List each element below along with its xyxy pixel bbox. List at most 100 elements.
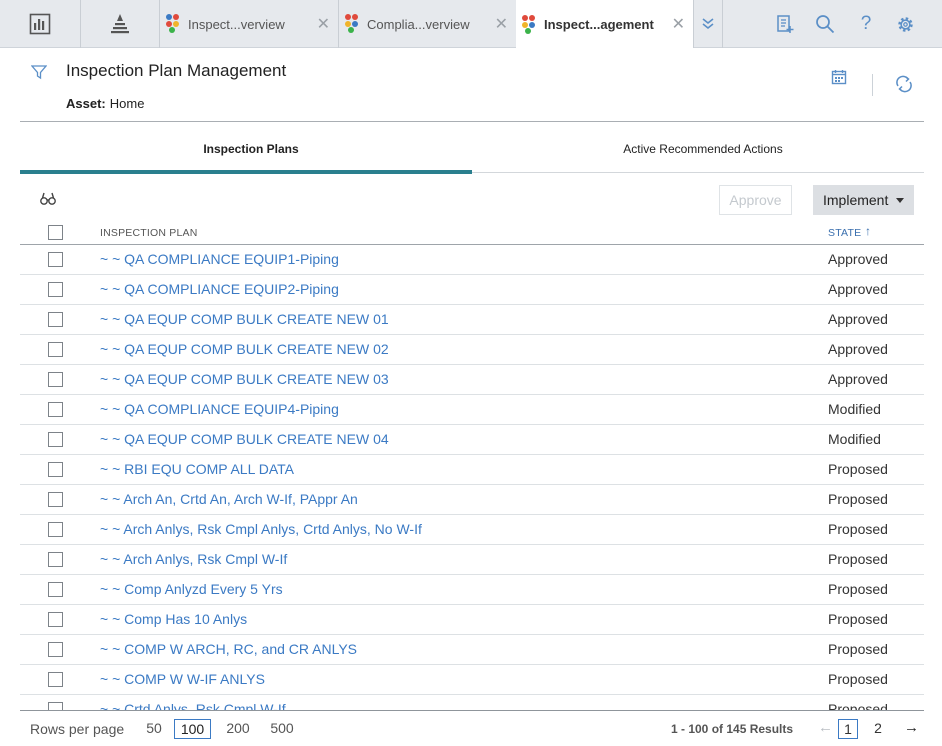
row-checkbox[interactable] (48, 342, 63, 357)
table-row[interactable]: ~ ~ Comp Anlyzd Every 5 Yrs Proposed (20, 575, 924, 605)
inspection-plan-link[interactable]: ~ ~ Arch Anlys, Rsk Cmpl W-If (100, 551, 287, 567)
approve-button[interactable]: Approve (719, 185, 792, 215)
rows-per-page-label: Rows per page (30, 721, 125, 737)
table-row[interactable]: ~ ~ Comp Has 10 Anlys Proposed (20, 605, 924, 635)
row-checkbox[interactable] (48, 252, 63, 267)
next-page-button[interactable]: → (904, 719, 919, 736)
table-row[interactable]: ~ ~ QA COMPLIANCE EQUIP2-Piping Approved (20, 275, 924, 305)
table-header: INSPECTION PLAN STATE ↑ (20, 218, 924, 245)
tab-inspection-plan-management[interactable]: Inspect...agement ✕ (516, 0, 693, 49)
page-button-1[interactable]: 1 (838, 719, 858, 739)
table-body: ~ ~ QA COMPLIANCE EQUIP1-Piping Approved ~… (20, 245, 924, 710)
inspection-plan-link[interactable]: ~ ~ COMP W W-IF ANLYS (100, 671, 265, 687)
close-icon[interactable]: ✕ (672, 14, 685, 34)
inspection-plan-link[interactable]: ~ ~ QA EQUP COMP BULK CREATE NEW 02 (100, 341, 389, 357)
page-button-2[interactable]: 2 (868, 719, 888, 739)
rows-per-page-option-200[interactable]: 200 (223, 719, 253, 739)
row-checkbox[interactable] (48, 462, 63, 477)
filter-button[interactable] (30, 64, 48, 85)
state-cell: Modified (828, 401, 881, 417)
dashboard-icon (29, 13, 51, 35)
close-icon[interactable]: ✕ (495, 14, 508, 34)
row-checkbox[interactable] (48, 492, 63, 507)
inspection-plan-link[interactable]: ~ ~ QA COMPLIANCE EQUIP1-Piping (100, 251, 339, 267)
table-row[interactable]: ~ ~ Arch Anlys, Rsk Cmpl W-If Proposed (20, 545, 924, 575)
column-header-inspection-plan[interactable]: INSPECTION PLAN (100, 227, 198, 239)
settings-button[interactable] (890, 0, 920, 48)
tab-active-recommended-actions[interactable]: Active Recommended Actions (472, 142, 934, 172)
row-checkbox[interactable] (48, 312, 63, 327)
table-row[interactable]: ~ ~ QA COMPLIANCE EQUIP4-Piping Modified (20, 395, 924, 425)
select-all-checkbox[interactable] (48, 225, 63, 240)
rows-per-page-option-100[interactable]: 100 (174, 719, 211, 739)
arrow-left-icon: ← (818, 719, 833, 736)
row-checkbox[interactable] (48, 612, 63, 627)
search-button[interactable] (810, 0, 840, 48)
inspection-plan-link[interactable]: ~ ~ Arch An, Crtd An, Arch W-If, PAppr A… (100, 491, 358, 507)
row-checkbox[interactable] (48, 522, 63, 537)
row-checkbox[interactable] (48, 582, 63, 597)
rows-per-page-option-500[interactable]: 500 (267, 719, 297, 739)
page-title: Inspection Plan Management (66, 61, 287, 80)
row-checkbox[interactable] (48, 672, 63, 687)
find-button[interactable] (40, 192, 56, 209)
pagination-footer: Rows per page 50 100 200 500 1 - 100 of … (20, 710, 924, 746)
row-checkbox[interactable] (48, 642, 63, 657)
calendar-button[interactable] (831, 69, 847, 90)
inspection-plan-link[interactable]: ~ ~ Comp Anlyzd Every 5 Yrs (100, 581, 283, 597)
divider (20, 121, 924, 122)
table-row[interactable]: ~ ~ COMP W ARCH, RC, and CR ANLYS Propose… (20, 635, 924, 665)
table-row[interactable]: ~ ~ QA EQUP COMP BULK CREATE NEW 03 Appro… (20, 365, 924, 395)
table-row[interactable]: ~ ~ RBI EQU COMP ALL DATA Proposed (20, 455, 924, 485)
asset-hierarchy-button[interactable] (81, 0, 159, 48)
row-checkbox[interactable] (48, 372, 63, 387)
inspection-plan-link[interactable]: ~ ~ Comp Has 10 Anlys (100, 611, 247, 627)
row-checkbox[interactable] (48, 702, 63, 710)
tab-label: Complia...verview (367, 16, 470, 32)
close-icon[interactable]: ✕ (317, 14, 330, 34)
table-row[interactable]: ~ ~ QA EQUP COMP BULK CREATE NEW 04 Modif… (20, 425, 924, 455)
tab-inspection-overview[interactable]: Inspect...verview ✕ (160, 0, 338, 48)
table-row[interactable]: ~ ~ QA COMPLIANCE EQUIP1-Piping Approved (20, 245, 924, 275)
help-icon: ? (860, 13, 872, 34)
inspection-plan-link[interactable]: ~ ~ Arch Anlys, Rsk Cmpl Anlys, Crtd Anl… (100, 521, 422, 537)
state-cell: Proposed (828, 581, 888, 597)
implement-dropdown-button[interactable]: Implement (813, 185, 914, 215)
inspection-plan-link[interactable]: ~ ~ QA COMPLIANCE EQUIP4-Piping (100, 401, 339, 417)
inspection-plan-link[interactable]: ~ ~ Crtd Anlys, Rsk Cmpl W-If (100, 701, 286, 710)
row-checkbox[interactable] (48, 402, 63, 417)
inspection-plan-link[interactable]: ~ ~ RBI EQU COMP ALL DATA (100, 461, 294, 477)
table-row[interactable]: ~ ~ QA EQUP COMP BULK CREATE NEW 02 Appro… (20, 335, 924, 365)
state-cell: Approved (828, 311, 888, 327)
state-cell: Proposed (828, 641, 888, 657)
inspection-plan-link[interactable]: ~ ~ QA EQUP COMP BULK CREATE NEW 01 (100, 311, 389, 327)
inspection-plan-link[interactable]: ~ ~ QA COMPLIANCE EQUIP2-Piping (100, 281, 339, 297)
table-row[interactable]: ~ ~ QA EQUP COMP BULK CREATE NEW 01 Appro… (20, 305, 924, 335)
inspection-plan-link[interactable]: ~ ~ QA EQUP COMP BULK CREATE NEW 04 (100, 431, 389, 447)
help-button[interactable]: ? (851, 0, 881, 48)
row-checkbox[interactable] (48, 282, 63, 297)
inspection-app-icon (166, 14, 184, 34)
table-row[interactable]: ~ ~ Crtd Anlys, Rsk Cmpl W-If Proposed (20, 695, 924, 710)
rows-per-page-option-50[interactable]: 50 (142, 719, 166, 739)
overflow-tabs-button[interactable] (694, 0, 722, 48)
results-count: 1 - 100 of 145 Results (671, 722, 794, 736)
report-button[interactable] (770, 0, 800, 48)
gear-icon (897, 16, 913, 32)
table-row[interactable]: ~ ~ Arch An, Crtd An, Arch W-If, PAppr A… (20, 485, 924, 515)
inspection-plan-link[interactable]: ~ ~ QA EQUP COMP BULK CREATE NEW 03 (100, 371, 389, 387)
state-cell: Modified (828, 431, 881, 447)
tab-inspection-plans[interactable]: Inspection Plans (20, 142, 482, 172)
row-checkbox[interactable] (48, 432, 63, 447)
column-header-state[interactable]: STATE (828, 227, 861, 239)
tab-compliance-overview[interactable]: Complia...verview ✕ (339, 0, 516, 48)
table-row[interactable]: ~ ~ COMP W W-IF ANLYS Proposed (20, 665, 924, 695)
row-checkbox[interactable] (48, 552, 63, 567)
table-row[interactable]: ~ ~ Arch Anlys, Rsk Cmpl Anlys, Crtd Anl… (20, 515, 924, 545)
previous-page-button[interactable]: ← (818, 719, 833, 736)
inspection-plan-link[interactable]: ~ ~ COMP W ARCH, RC, and CR ANLYS (100, 641, 357, 657)
refresh-button[interactable] (894, 74, 914, 99)
search-icon (816, 15, 835, 34)
dashboard-button[interactable] (0, 0, 80, 48)
sort-ascending-icon: ↑ (865, 224, 871, 238)
